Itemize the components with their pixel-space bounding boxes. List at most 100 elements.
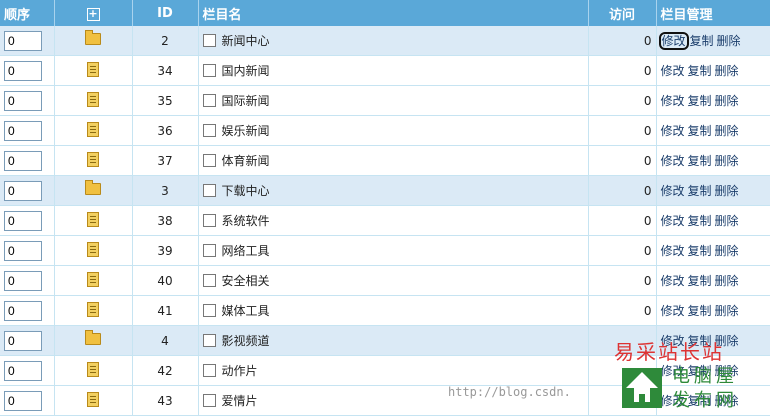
- category-name[interactable]: 影视频道: [222, 334, 270, 348]
- edit-link[interactable]: 修改: [661, 94, 685, 108]
- table-row: 41媒体工具0修改复制删除: [0, 295, 770, 326]
- copy-link[interactable]: 复制: [688, 154, 712, 168]
- folder-icon[interactable]: [85, 180, 101, 195]
- category-name[interactable]: 网络工具: [222, 244, 270, 258]
- copy-link[interactable]: 复制: [688, 184, 712, 198]
- row-checkbox[interactable]: [202, 214, 216, 227]
- order-input[interactable]: [4, 390, 42, 411]
- row-checkbox[interactable]: [202, 274, 216, 287]
- row-checkbox[interactable]: [202, 304, 216, 317]
- delete-link[interactable]: 删除: [715, 274, 739, 288]
- row-checkbox[interactable]: [202, 94, 216, 107]
- edit-link[interactable]: 修改: [661, 334, 685, 348]
- delete-link[interactable]: 删除: [715, 64, 739, 78]
- order-input[interactable]: [4, 240, 42, 261]
- order-input[interactable]: [4, 90, 42, 111]
- column-id[interactable]: ID: [132, 0, 199, 26]
- order-cell: [0, 55, 55, 86]
- category-name[interactable]: 安全相关: [222, 274, 270, 288]
- edit-link[interactable]: 修改: [661, 274, 685, 288]
- column-order[interactable]: 顺序: [0, 0, 55, 26]
- delete-link[interactable]: 删除: [715, 124, 739, 138]
- category-name[interactable]: 系统软件: [222, 214, 270, 228]
- order-input[interactable]: [4, 330, 42, 351]
- delete-link[interactable]: 删除: [717, 34, 741, 48]
- order-input[interactable]: [4, 60, 42, 81]
- copy-link[interactable]: 复制: [690, 34, 714, 48]
- table-row: 3下载中心0修改复制删除: [0, 175, 770, 206]
- copy-link[interactable]: 复制: [688, 244, 712, 258]
- name-cell: 体育新闻: [198, 145, 589, 176]
- edit-link[interactable]: 修改: [661, 394, 685, 408]
- manage-cell: 修改 复制 删除: [656, 26, 770, 56]
- order-cell: [0, 355, 55, 386]
- delete-link[interactable]: 删除: [715, 184, 739, 198]
- copy-link[interactable]: 复制: [688, 334, 712, 348]
- manage-cell: 修改 复制 删除: [656, 115, 770, 146]
- edit-link[interactable]: 修改: [658, 32, 689, 50]
- column-visits[interactable]: 访问: [588, 0, 657, 26]
- folder-icon[interactable]: [85, 330, 101, 345]
- category-name[interactable]: 下载中心: [222, 184, 270, 198]
- order-input[interactable]: [4, 300, 42, 321]
- edit-link[interactable]: 修改: [661, 214, 685, 228]
- order-input[interactable]: [4, 150, 42, 171]
- category-name[interactable]: 爱情片: [222, 394, 258, 408]
- expand-all-icon[interactable]: +: [86, 7, 100, 21]
- delete-link[interactable]: 删除: [715, 334, 739, 348]
- row-checkbox[interactable]: [202, 34, 216, 47]
- category-name[interactable]: 新闻中心: [222, 34, 270, 48]
- category-name[interactable]: 媒体工具: [222, 304, 270, 318]
- category-name[interactable]: 国内新闻: [222, 64, 270, 78]
- edit-link[interactable]: 修改: [661, 64, 685, 78]
- copy-link[interactable]: 复制: [688, 364, 712, 378]
- order-input[interactable]: [4, 30, 42, 51]
- row-checkbox[interactable]: [202, 244, 216, 257]
- copy-link[interactable]: 复制: [688, 214, 712, 228]
- order-input[interactable]: [4, 120, 42, 141]
- row-checkbox[interactable]: [202, 394, 216, 407]
- manage-cell: 修改 复制 删除: [656, 55, 770, 86]
- folder-icon[interactable]: [85, 30, 101, 45]
- edit-link[interactable]: 修改: [661, 154, 685, 168]
- copy-link[interactable]: 复制: [688, 124, 712, 138]
- category-name[interactable]: 娱乐新闻: [222, 124, 270, 138]
- row-checkbox[interactable]: [202, 364, 216, 377]
- row-checkbox[interactable]: [202, 184, 216, 197]
- copy-link[interactable]: 复制: [688, 304, 712, 318]
- row-checkbox[interactable]: [202, 64, 216, 77]
- delete-link[interactable]: 删除: [715, 304, 739, 318]
- edit-link[interactable]: 修改: [661, 244, 685, 258]
- copy-link[interactable]: 复制: [688, 274, 712, 288]
- order-input[interactable]: [4, 180, 42, 201]
- row-checkbox[interactable]: [202, 334, 216, 347]
- edit-link[interactable]: 修改: [661, 124, 685, 138]
- manage-cell: 修改 复制 删除: [656, 85, 770, 116]
- column-name[interactable]: 栏目名: [198, 0, 589, 26]
- category-name[interactable]: 动作片: [222, 364, 258, 378]
- order-input[interactable]: [4, 210, 42, 231]
- document-icon: [87, 361, 99, 377]
- column-expand[interactable]: +: [54, 0, 133, 26]
- table-row: 42 动作片 修改复制删除: [0, 355, 770, 386]
- order-input[interactable]: [4, 360, 42, 381]
- row-checkbox[interactable]: [202, 124, 216, 137]
- copy-link[interactable]: 复制: [688, 64, 712, 78]
- delete-link[interactable]: 删除: [715, 394, 739, 408]
- delete-link[interactable]: 删除: [715, 214, 739, 228]
- copy-link[interactable]: 复制: [688, 94, 712, 108]
- edit-link[interactable]: 修改: [661, 364, 685, 378]
- category-name[interactable]: 国际新闻: [222, 94, 270, 108]
- delete-link[interactable]: 删除: [715, 94, 739, 108]
- delete-link[interactable]: 删除: [715, 244, 739, 258]
- edit-link[interactable]: 修改: [661, 184, 685, 198]
- delete-link[interactable]: 删除: [715, 154, 739, 168]
- category-name[interactable]: 体育新闻: [222, 154, 270, 168]
- row-checkbox[interactable]: [202, 154, 216, 167]
- edit-link[interactable]: 修改: [661, 304, 685, 318]
- order-input[interactable]: [4, 270, 42, 291]
- copy-link[interactable]: 复制: [688, 394, 712, 408]
- visits-cell: 0: [588, 55, 657, 86]
- type-cell: [54, 265, 133, 296]
- delete-link[interactable]: 删除: [715, 364, 739, 378]
